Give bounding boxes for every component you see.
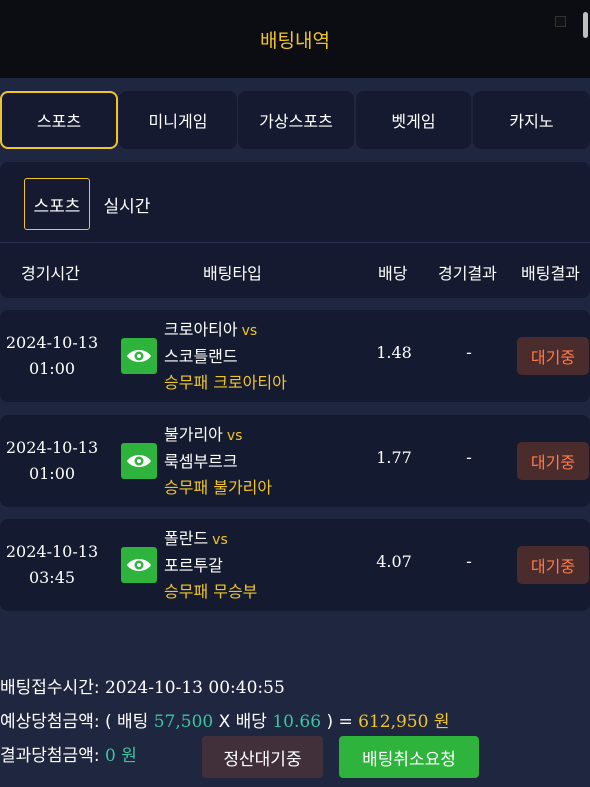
col-odds: 배당 — [378, 264, 408, 283]
vs-label: vs — [241, 323, 258, 339]
subtab-live[interactable]: 실시간 — [96, 178, 158, 230]
bet-pick: 승무패 무승부 — [164, 582, 258, 601]
settlement-pending-button[interactable]: 정산대기중 — [202, 736, 323, 778]
tab-virtual-sports[interactable]: 가상스포츠 — [238, 91, 354, 149]
expected-payout-label: 예상당첨금액: — [0, 712, 100, 732]
received-time-label: 배팅접수시간: — [0, 678, 100, 698]
col-match-result: 경기결과 — [438, 264, 497, 283]
view-details-button[interactable] — [121, 443, 157, 479]
eye-icon — [127, 559, 151, 571]
received-time-line: 배팅접수시간: 2024-10-13 00:40:55 — [0, 673, 590, 698]
status-badge: 대기중 — [517, 442, 589, 480]
actual-payout-value: 0 원 — [104, 746, 137, 766]
stake-amount: 57,500 — [153, 712, 214, 732]
bet-pick: 승무패 불가리아 — [164, 478, 273, 497]
close-paren-text: ) = — [326, 712, 353, 732]
away-team: 룩셈부르크 — [164, 452, 238, 471]
col-game-time: 경기시간 — [21, 264, 80, 283]
game-date: 2024-10-13 — [5, 438, 99, 457]
category-tabs: 스포츠 미니게임 가상스포츠 벳게임 카지노 — [0, 91, 590, 149]
cancel-bet-button[interactable]: 배팅취소요청 — [339, 736, 479, 778]
eye-icon — [127, 455, 151, 467]
times-text: X 배당 — [218, 712, 267, 732]
game-datetime: 2024-10-13 03:45 — [0, 539, 104, 591]
col-bet-type: 배팅타입 — [203, 264, 262, 283]
open-paren-text: ( 배팅 — [104, 712, 149, 732]
home-team: 크로아티아 — [164, 320, 238, 339]
tab-minigame[interactable]: 미니게임 — [119, 91, 237, 149]
match-result: - — [466, 552, 472, 571]
tab-betgame[interactable]: 벳게임 — [356, 91, 471, 149]
home-team: 폴란드 — [164, 529, 209, 548]
game-time: 01:00 — [28, 464, 76, 483]
view-details-button[interactable] — [121, 338, 157, 374]
status-badge: 대기중 — [517, 337, 589, 375]
view-details-button[interactable] — [121, 547, 157, 583]
table-row: 2024-10-13 03:45 폴란드 vs 포르투갈 승무패 무승부 4.07… — [0, 519, 590, 611]
expected-payout-value: 612,950 원 — [358, 712, 450, 732]
match-result: - — [466, 343, 472, 362]
table-row: 2024-10-13 01:00 불가리아 vs 룩셈부르크 승무패 불가리아 1… — [0, 415, 590, 507]
odds-value: 1.77 — [376, 448, 412, 467]
col-bet-result: 배팅결과 — [521, 264, 580, 283]
subtab-bar: 스포츠 실시간 — [0, 162, 590, 242]
game-datetime: 2024-10-13 01:00 — [0, 330, 104, 382]
tab-casino[interactable]: 카지노 — [473, 91, 590, 149]
match-info: 폴란드 vs 포르투갈 승무패 무승부 — [164, 526, 257, 605]
eye-icon — [127, 350, 151, 362]
bet-pick: 승무패 크로아티아 — [164, 373, 287, 392]
expected-payout-line: 예상당첨금액: ( 배팅 57,500 X 배당 10.66 ) = 612,9… — [0, 707, 590, 732]
game-date: 2024-10-13 — [5, 542, 99, 561]
tab-sports[interactable]: 스포츠 — [0, 91, 118, 149]
table-header: 경기시간 배팅타입 배당 경기결과 배팅결과 — [0, 242, 590, 298]
total-odds: 10.66 — [272, 712, 322, 732]
away-team: 스코틀랜드 — [164, 347, 238, 366]
game-time: 03:45 — [28, 568, 76, 587]
odds-value: 4.07 — [376, 552, 412, 571]
status-badge: 대기중 — [517, 546, 589, 584]
vs-label: vs — [226, 428, 243, 444]
odds-value: 1.48 — [376, 343, 412, 362]
page-title: 배팅내역 — [260, 29, 330, 52]
square-icon — [555, 16, 566, 27]
game-datetime: 2024-10-13 01:00 — [0, 435, 104, 487]
vs-label: vs — [212, 532, 228, 548]
subtab-sports[interactable]: 스포츠 — [24, 178, 90, 230]
game-time: 01:00 — [28, 359, 76, 378]
match-info: 크로아티아 vs 스코틀랜드 승무패 크로아티아 — [164, 317, 287, 396]
away-team: 포르투갈 — [164, 556, 223, 575]
table-row: 2024-10-13 01:00 크로아티아 vs 스코틀랜드 승무패 크로아티아… — [0, 310, 590, 402]
game-date: 2024-10-13 — [5, 333, 99, 352]
actual-payout-label: 결과당첨금액: — [0, 746, 100, 766]
received-time-value: 2024-10-13 00:40:55 — [104, 678, 285, 698]
scrollbar[interactable] — [583, 12, 588, 38]
home-team: 불가리아 — [164, 425, 223, 444]
match-info: 불가리아 vs 룩셈부르크 승무패 불가리아 — [164, 422, 272, 501]
match-result: - — [466, 448, 472, 467]
page-header: 배팅내역 — [0, 0, 590, 78]
